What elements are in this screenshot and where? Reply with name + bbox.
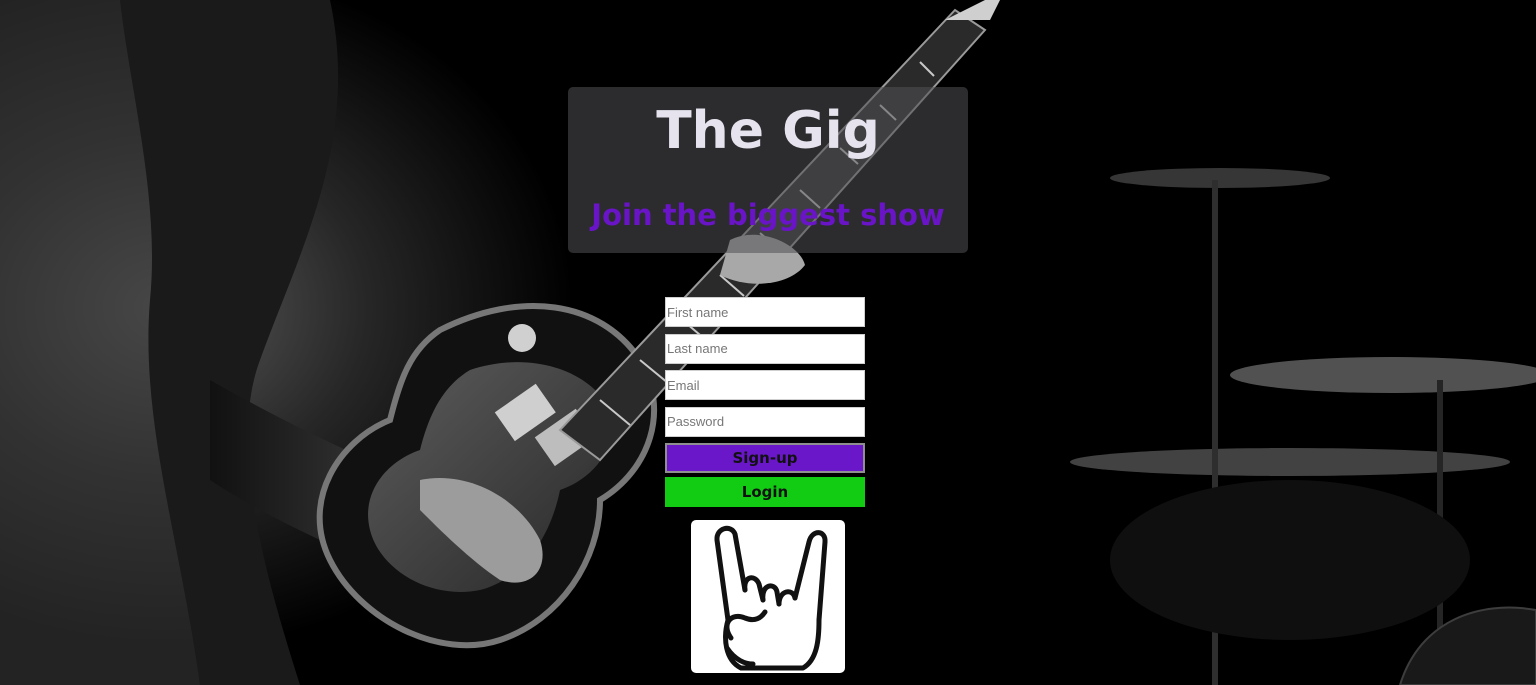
signup-button[interactable]: Sign-up (665, 443, 865, 473)
signup-form: Sign-up Login (665, 297, 865, 507)
email-field[interactable] (665, 370, 865, 400)
hero-panel: The Gig Join the biggest show (568, 87, 968, 253)
page-title: The Gig (656, 101, 880, 161)
login-button[interactable]: Login (665, 477, 865, 507)
page-subtitle: Join the biggest show (591, 198, 945, 232)
last-name-field[interactable] (665, 333, 865, 364)
first-name-field[interactable] (665, 297, 865, 327)
password-field[interactable] (665, 406, 865, 437)
page: The Gig Join the biggest show Sign-up Lo… (0, 0, 1536, 685)
rock-hand-icon (714, 525, 828, 671)
logo (691, 520, 845, 673)
